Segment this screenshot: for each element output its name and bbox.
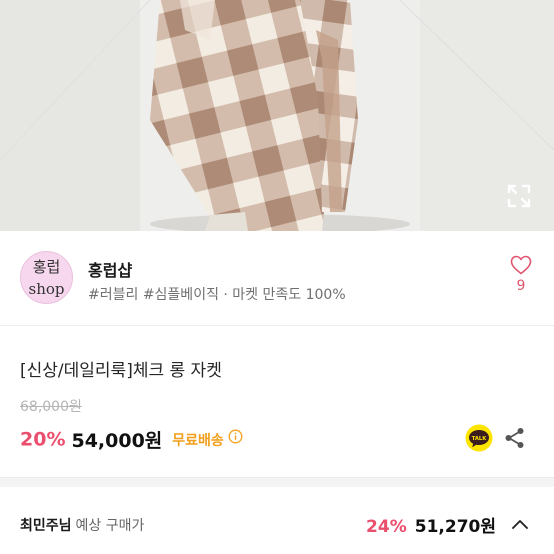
avatar-text-bottom: shop	[28, 280, 65, 298]
like-count: 9	[516, 278, 526, 294]
kakaotalk-icon: TALK	[465, 424, 493, 452]
member-price-row[interactable]: 최민주님 예상 구매가 24% 51,270원	[0, 487, 554, 554]
buyer-info: 최민주님 예상 구매가	[20, 515, 144, 535]
buyer-name: 최민주님	[20, 518, 72, 534]
original-price: 68,000원	[20, 399, 82, 415]
heart-icon	[510, 255, 532, 275]
shop-name[interactable]: 홍럽샵	[88, 257, 132, 281]
member-price: 24% 51,270원	[366, 512, 496, 537]
price-row: 20% 54,000원 무료배송	[20, 426, 243, 452]
collapse-button[interactable]	[509, 515, 531, 533]
sale-price: 54,000원	[71, 430, 163, 452]
svg-text:TALK: TALK	[472, 436, 487, 442]
chevron-up-icon	[512, 520, 528, 529]
info-icon	[228, 429, 243, 444]
share-icon	[505, 428, 524, 448]
coat-image	[0, 0, 554, 231]
like-button[interactable]: 9	[506, 255, 536, 294]
expected-price-label: 예상 구매가	[75, 518, 145, 534]
product-title: [신상/데일리룩]체크 롱 자켓	[20, 361, 222, 381]
member-discount-rate: 24%	[366, 517, 407, 537]
expand-image-button[interactable]	[505, 182, 533, 210]
shop-avatar[interactable]: 홍럽 shop	[20, 251, 73, 304]
discount-rate: 20%	[20, 428, 66, 451]
kakaotalk-button[interactable]: TALK	[464, 424, 494, 452]
expand-icon	[507, 184, 531, 208]
section-divider	[0, 477, 554, 487]
shipping-info-button[interactable]	[228, 429, 243, 448]
product-photo[interactable]	[0, 0, 554, 231]
free-shipping-label: 무료배송	[172, 432, 224, 449]
member-expected-price: 51,270원	[414, 517, 496, 537]
shop-tags: #러블리 #심플베이직 · 마켓 만족도 100%	[88, 287, 346, 303]
share-button[interactable]	[503, 426, 527, 450]
avatar-text-top: 홍럽	[32, 258, 61, 276]
shop-info: 홍럽 shop 홍럽샵 #러블리 #심플베이직 · 마켓 만족도 100% 9	[0, 231, 554, 326]
